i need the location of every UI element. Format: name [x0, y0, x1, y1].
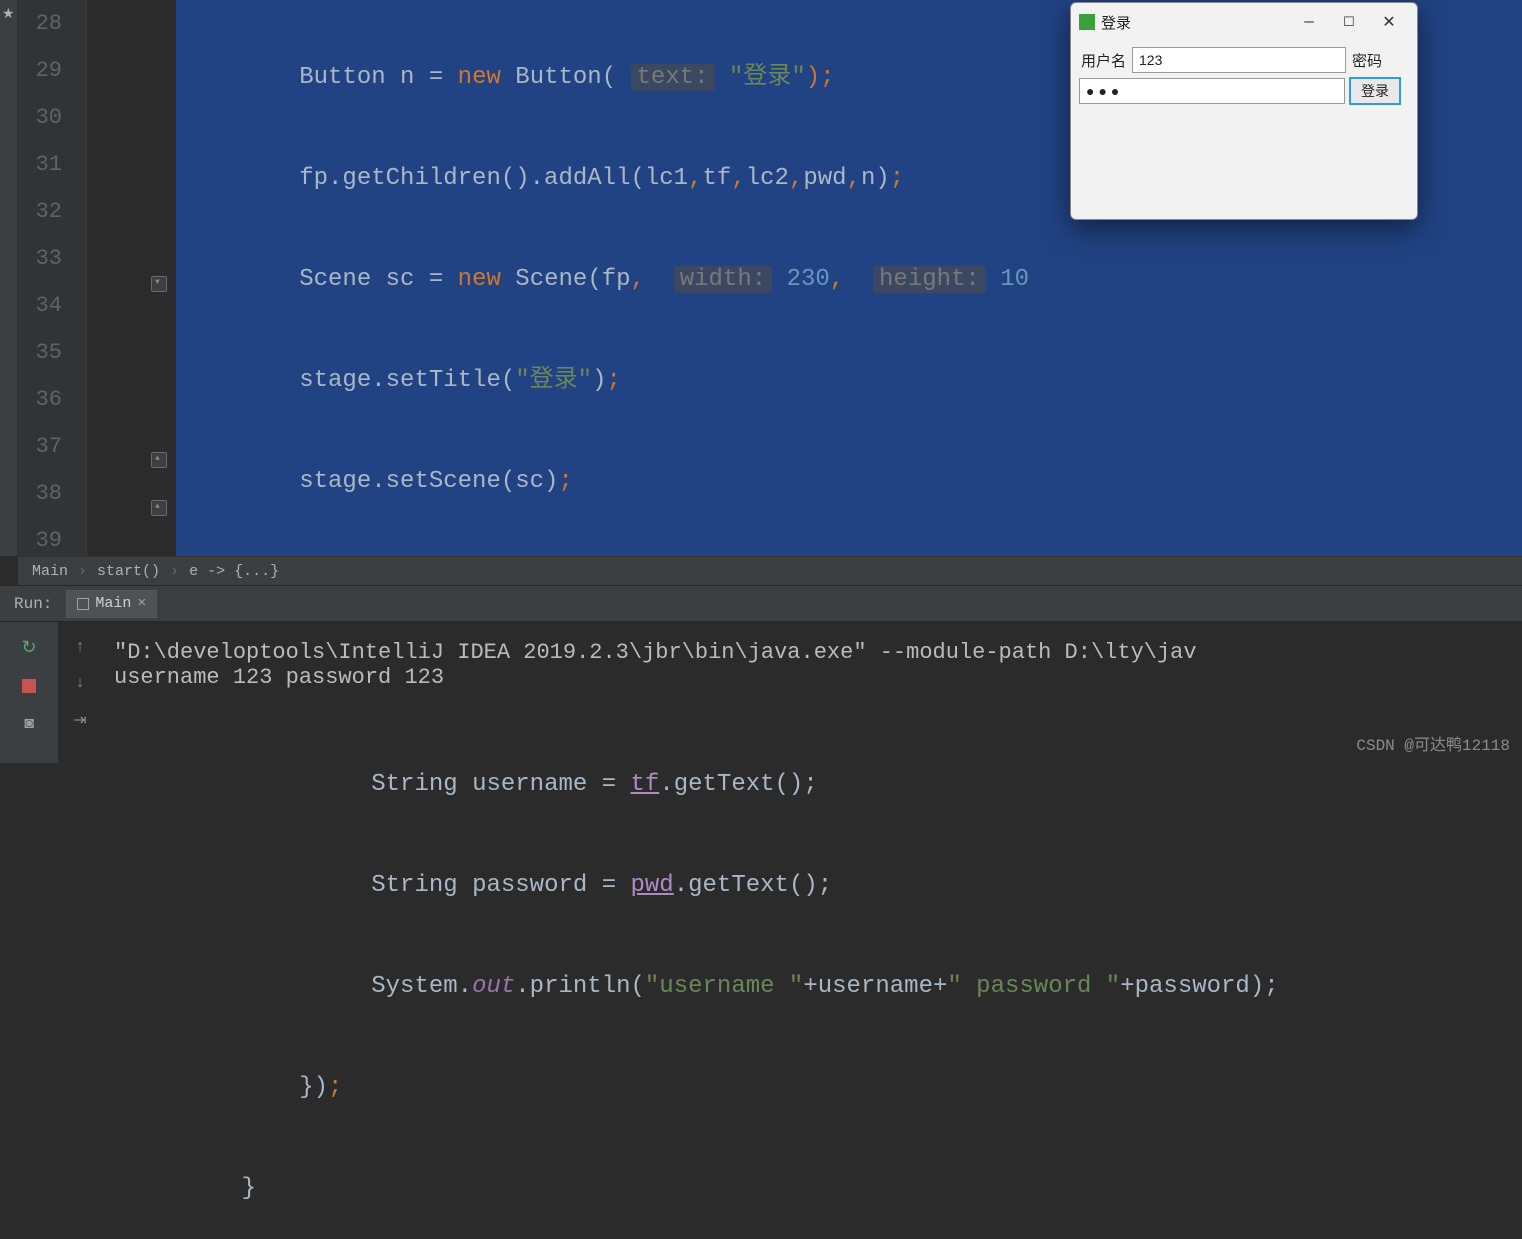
param-hint: text:: [631, 64, 715, 91]
breadcrumb-item[interactable]: start(): [97, 563, 160, 580]
console-nav: ↑ ↓ ⇥: [58, 622, 102, 763]
stop-icon: [22, 679, 36, 693]
console-toolbar: ↻ ◙: [0, 622, 58, 763]
close-icon[interactable]: ✕: [1369, 12, 1409, 32]
soft-wrap-icon[interactable]: ⇥: [73, 710, 86, 730]
line-number[interactable]: 30: [18, 94, 86, 141]
login-button[interactable]: 登录: [1349, 77, 1401, 105]
line-number[interactable]: 33: [18, 235, 86, 282]
code-line[interactable]: stage.setScene(sc);: [176, 458, 1522, 505]
left-gutter-strip: ★: [0, 0, 18, 556]
line-number[interactable]: 35: [18, 329, 86, 376]
username-label: 用户名: [1079, 50, 1128, 71]
stop-button[interactable]: [19, 676, 39, 696]
login-form: 用户名 密码 登录: [1071, 41, 1417, 111]
code-line[interactable]: stage.setTitle("登录");: [176, 357, 1522, 404]
console-output[interactable]: "D:\developtools\IntelliJ IDEA 2019.2.3\…: [102, 622, 1522, 763]
login-window: 登录 — ☐ ✕ 用户名 密码 登录: [1070, 2, 1418, 220]
fold-strip: [86, 0, 176, 556]
close-icon[interactable]: ×: [137, 595, 146, 612]
maximize-icon[interactable]: ☐: [1329, 15, 1369, 30]
window-title: 登录: [1101, 12, 1131, 33]
fold-close-icon[interactable]: [151, 452, 167, 468]
breadcrumb: Main › start() › e -> {...}: [18, 556, 1522, 586]
run-tab-main[interactable]: Main ×: [66, 590, 157, 618]
arrow-up-icon[interactable]: ↑: [75, 638, 85, 656]
line-number[interactable]: 31: [18, 141, 86, 188]
arrow-down-icon[interactable]: ↓: [75, 674, 85, 692]
app-icon: [1079, 14, 1095, 30]
run-config-icon: [77, 598, 89, 610]
minimize-icon[interactable]: —: [1289, 13, 1329, 31]
username-field[interactable]: [1132, 47, 1346, 73]
breadcrumb-item[interactable]: Main: [32, 563, 68, 580]
camera-icon[interactable]: ◙: [19, 714, 39, 734]
line-number[interactable]: 37: [18, 423, 86, 470]
line-number[interactable]: 32: [18, 188, 86, 235]
password-label: 密码: [1350, 50, 1384, 71]
breadcrumb-item[interactable]: e -> {...}: [189, 563, 279, 580]
run-toolwindow-tabs: Run: Main ×: [0, 586, 1522, 622]
code-line[interactable]: System.out.println("username "+username+…: [176, 963, 1522, 1010]
line-number[interactable]: 38: [18, 470, 86, 517]
rerun-icon[interactable]: ↻: [19, 638, 39, 658]
fold-close-icon[interactable]: [151, 500, 167, 516]
watermark: CSDN @可达鸭12118: [1356, 731, 1510, 755]
line-number-gutter: 28 29 30 31 32 33 34 35 36 37 38 39: [18, 0, 86, 556]
line-number[interactable]: 29: [18, 47, 86, 94]
window-titlebar[interactable]: 登录 — ☐ ✕: [1071, 3, 1417, 41]
code-line[interactable]: String password = pwd.getText();: [176, 862, 1522, 909]
chevron-right-icon: ›: [78, 563, 87, 580]
code-line[interactable]: }: [176, 1165, 1522, 1212]
code-line[interactable]: Scene sc = new Scene(fp, width: 230, hei…: [176, 256, 1522, 303]
run-label: Run:: [0, 595, 66, 613]
run-tab-label: Main: [95, 595, 131, 612]
line-number[interactable]: 34: [18, 282, 86, 329]
bookmark-star-icon[interactable]: ★: [2, 6, 15, 23]
password-field[interactable]: [1079, 78, 1345, 104]
line-number[interactable]: 36: [18, 376, 86, 423]
line-number[interactable]: 28: [18, 0, 86, 47]
chevron-right-icon: ›: [170, 563, 179, 580]
code-line[interactable]: String username = tf.getText();: [176, 761, 1522, 808]
param-hint: height:: [873, 266, 986, 293]
code-line[interactable]: });: [176, 1064, 1522, 1111]
param-hint: width:: [674, 266, 772, 293]
fold-toggle-icon[interactable]: [151, 276, 167, 292]
